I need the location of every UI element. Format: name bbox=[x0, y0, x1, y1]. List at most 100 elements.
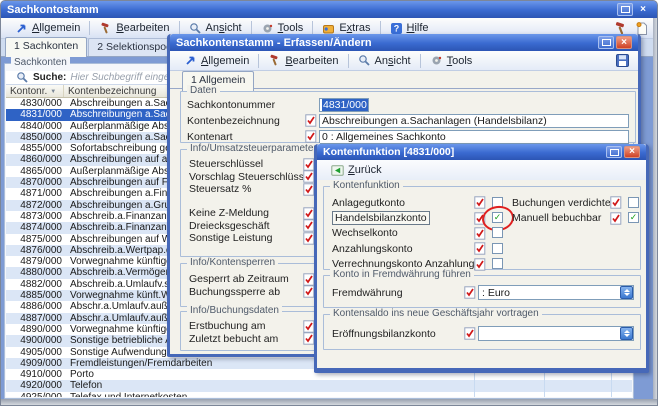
fremdwaehrung-combobox[interactable]: : Euro bbox=[478, 285, 634, 300]
verrechnungskonto-anzahlung-checkbox[interactable] bbox=[492, 258, 503, 269]
account-number: 4880/000 bbox=[6, 267, 66, 278]
sachkontonummer-label: Sachkontonummer bbox=[187, 99, 305, 111]
column-header-kontonr[interactable]: Kontonr. ▼ bbox=[6, 85, 64, 97]
zurueck-label: Zurück bbox=[348, 164, 382, 176]
bearbeiten-icon bbox=[99, 22, 112, 35]
kontenbezeichnung-input[interactable]: Abschreibungen a.Sachanlagen (Handelsbil… bbox=[319, 114, 629, 128]
sachkontonummer-input[interactable]: 4831/000 bbox=[319, 98, 369, 112]
group-buchung-label: Info/Buchungsdaten bbox=[187, 305, 282, 316]
kontenart-input[interactable]: 0 : Allgemeines Sachkonto bbox=[319, 130, 629, 144]
menu-item-bearbeiten[interactable]: Bearbeiten bbox=[93, 20, 175, 37]
field-flag-icon[interactable] bbox=[474, 196, 486, 209]
steuerschl-ssel-label: Steuerschlüssel bbox=[189, 158, 303, 170]
allgemein-icon bbox=[184, 54, 197, 67]
up-arrow-icon bbox=[624, 289, 630, 292]
close-button[interactable]: × bbox=[624, 146, 640, 158]
info-field-row: Buchungssperre ab bbox=[189, 286, 315, 299]
close-button[interactable]: × bbox=[616, 36, 632, 49]
field-flag-icon[interactable] bbox=[610, 196, 622, 209]
field-flag-icon[interactable] bbox=[305, 114, 317, 127]
menu-item-tools[interactable]: Tools bbox=[424, 52, 479, 69]
table-row[interactable]: 4920/000Telefon bbox=[6, 380, 632, 391]
table-row[interactable]: 4925/000Telefax und Internetkosten bbox=[6, 392, 632, 397]
anzahlungskonto-checkbox[interactable] bbox=[492, 243, 503, 254]
dreiecksgesch-ft-label: Dreiecksgeschäft bbox=[189, 220, 303, 232]
field-row: Kontenbezeichnung Abschreibungen a.Sacha… bbox=[187, 113, 629, 128]
close-button[interactable]: × bbox=[635, 3, 651, 16]
field-row: Sachkontonummer 4831/000 bbox=[187, 97, 629, 112]
kontenart-label: Kontenart bbox=[187, 131, 305, 143]
fremdwaehrung-label: Fremdwährung bbox=[332, 287, 464, 299]
account-number: 4875/000 bbox=[6, 234, 66, 245]
field-flag-icon[interactable] bbox=[474, 242, 486, 255]
back-arrow-icon bbox=[331, 164, 344, 177]
save-icon[interactable] bbox=[615, 53, 630, 68]
info-field-row: Steuersatz % bbox=[189, 183, 315, 196]
field-flag-icon[interactable] bbox=[464, 286, 476, 299]
account-number: 4909/000 bbox=[6, 358, 66, 369]
tools-icon bbox=[261, 22, 274, 35]
restore-button[interactable] bbox=[617, 3, 633, 16]
eroeffnungsbilanzkonto-label: Eröffnungsbilanzkonto bbox=[332, 328, 464, 340]
menu-item-allgemein[interactable]: Allgemein bbox=[178, 52, 255, 69]
field-flag-icon[interactable] bbox=[474, 227, 486, 240]
window-border bbox=[1, 399, 657, 405]
restore-button[interactable] bbox=[606, 146, 622, 158]
info-field-row: Dreiecksgeschäft bbox=[189, 219, 315, 232]
erfassen-dialog-title: Sachkontenstamm - Erfassen/Ändern bbox=[176, 37, 598, 49]
account-number: 4925/000 bbox=[6, 392, 66, 397]
wechselkonto-checkbox[interactable] bbox=[492, 227, 503, 238]
anlagegutkonto-label: Anlagegutkonto bbox=[332, 197, 474, 209]
info-field-row: Keine Z-Meldung bbox=[189, 207, 315, 220]
menu-item-ansicht[interactable]: Ansicht bbox=[352, 52, 417, 69]
account-number: 4831/000 bbox=[6, 109, 66, 120]
buchung-field-list: Erstbuchung amZuletzt bebucht am bbox=[189, 320, 315, 345]
checkbox-row: Wechselkonto bbox=[332, 226, 504, 241]
handelsbilanzkonto-checkbox[interactable]: ✓ bbox=[492, 212, 503, 223]
group-kontenfunktion-label: Kontenfunktion bbox=[330, 180, 403, 191]
restore-button[interactable] bbox=[598, 36, 614, 49]
anlagegutkonto-checkbox[interactable] bbox=[492, 197, 503, 208]
manuell-bebuchbar-checkbox[interactable]: ✓ bbox=[628, 212, 639, 223]
menu-item-bearbeiten[interactable]: Bearbeiten bbox=[262, 52, 344, 69]
checkbox-row: Handelsbilanzkonto ✓ bbox=[332, 210, 504, 225]
menu-item-allgemein[interactable]: Allgemein bbox=[9, 20, 86, 37]
field-row: Kontenart 0 : Allgemeines Sachkonto bbox=[187, 129, 629, 144]
account-number: 4855/000 bbox=[6, 143, 66, 154]
field-flag-icon[interactable] bbox=[464, 327, 476, 340]
wechselkonto-label: Wechselkonto bbox=[332, 227, 474, 239]
erfassen-tabstrip: 1 Allgemein bbox=[170, 71, 638, 89]
buchungen-verdichten-checkbox[interactable] bbox=[628, 197, 639, 208]
info-field-row: Sonstige Leistung bbox=[189, 232, 315, 245]
field-flag-icon[interactable] bbox=[474, 258, 486, 271]
erstbuchung-am-label: Erstbuchung am bbox=[189, 320, 303, 332]
svg-text:?: ? bbox=[393, 23, 399, 33]
field-flag-icon[interactable] bbox=[474, 212, 486, 225]
group-sachkonten-label: Sachkonten bbox=[11, 57, 70, 68]
kontenbezeichnung-label: Kontenbezeichnung bbox=[187, 115, 305, 127]
restore-icon bbox=[602, 39, 611, 46]
field-flag-icon[interactable] bbox=[610, 212, 622, 225]
group-info-umsatzsteuerparameter: Info/Umsatzsteuerparameter Steuerschlüss… bbox=[180, 149, 322, 257]
spinner-button[interactable] bbox=[620, 286, 633, 299]
fremdwaehrung-value: : Euro bbox=[479, 287, 620, 299]
group-info-buchungsdaten: Info/Buchungsdaten Erstbuchung amZuletzt… bbox=[180, 311, 322, 351]
buchungssperre-ab-label: Buchungssperre ab bbox=[189, 286, 303, 298]
account-number: 4885/000 bbox=[6, 290, 66, 301]
gesperrt-ab-zeitraum-label: Gesperrt ab Zeitraum bbox=[189, 273, 303, 285]
erfassen-titlebar: Sachkontenstamm - Erfassen/Ändern × bbox=[170, 34, 638, 51]
kontenfunktion-left-checks: Anlagegutkonto Handelsbilanzkonto ✓ Wechsel… bbox=[332, 195, 504, 272]
tab-1-sachkonten[interactable]: 1 Sachkonten bbox=[5, 37, 87, 57]
account-number: 4871/000 bbox=[6, 188, 66, 199]
field-flag-icon[interactable] bbox=[305, 130, 317, 143]
zurueck-button[interactable]: Zurück bbox=[325, 162, 388, 179]
extras-icon bbox=[322, 22, 335, 35]
eroeffnungsbilanzkonto-combobox[interactable] bbox=[478, 326, 634, 341]
kontenfunktion-right-checks: Buchungen verdichtenManuell bebuchbar✓ bbox=[512, 195, 640, 226]
group-fremdwaehrung-label: Konto in Fremdwährung führen bbox=[330, 269, 474, 280]
spinner-button[interactable] bbox=[620, 327, 633, 340]
restore-icon bbox=[610, 149, 619, 156]
info-field-row: Gesperrt ab Zeitraum bbox=[189, 273, 315, 286]
search-icon bbox=[16, 71, 29, 84]
handelsbilanzkonto-label: Handelsbilanzkonto bbox=[332, 211, 430, 225]
